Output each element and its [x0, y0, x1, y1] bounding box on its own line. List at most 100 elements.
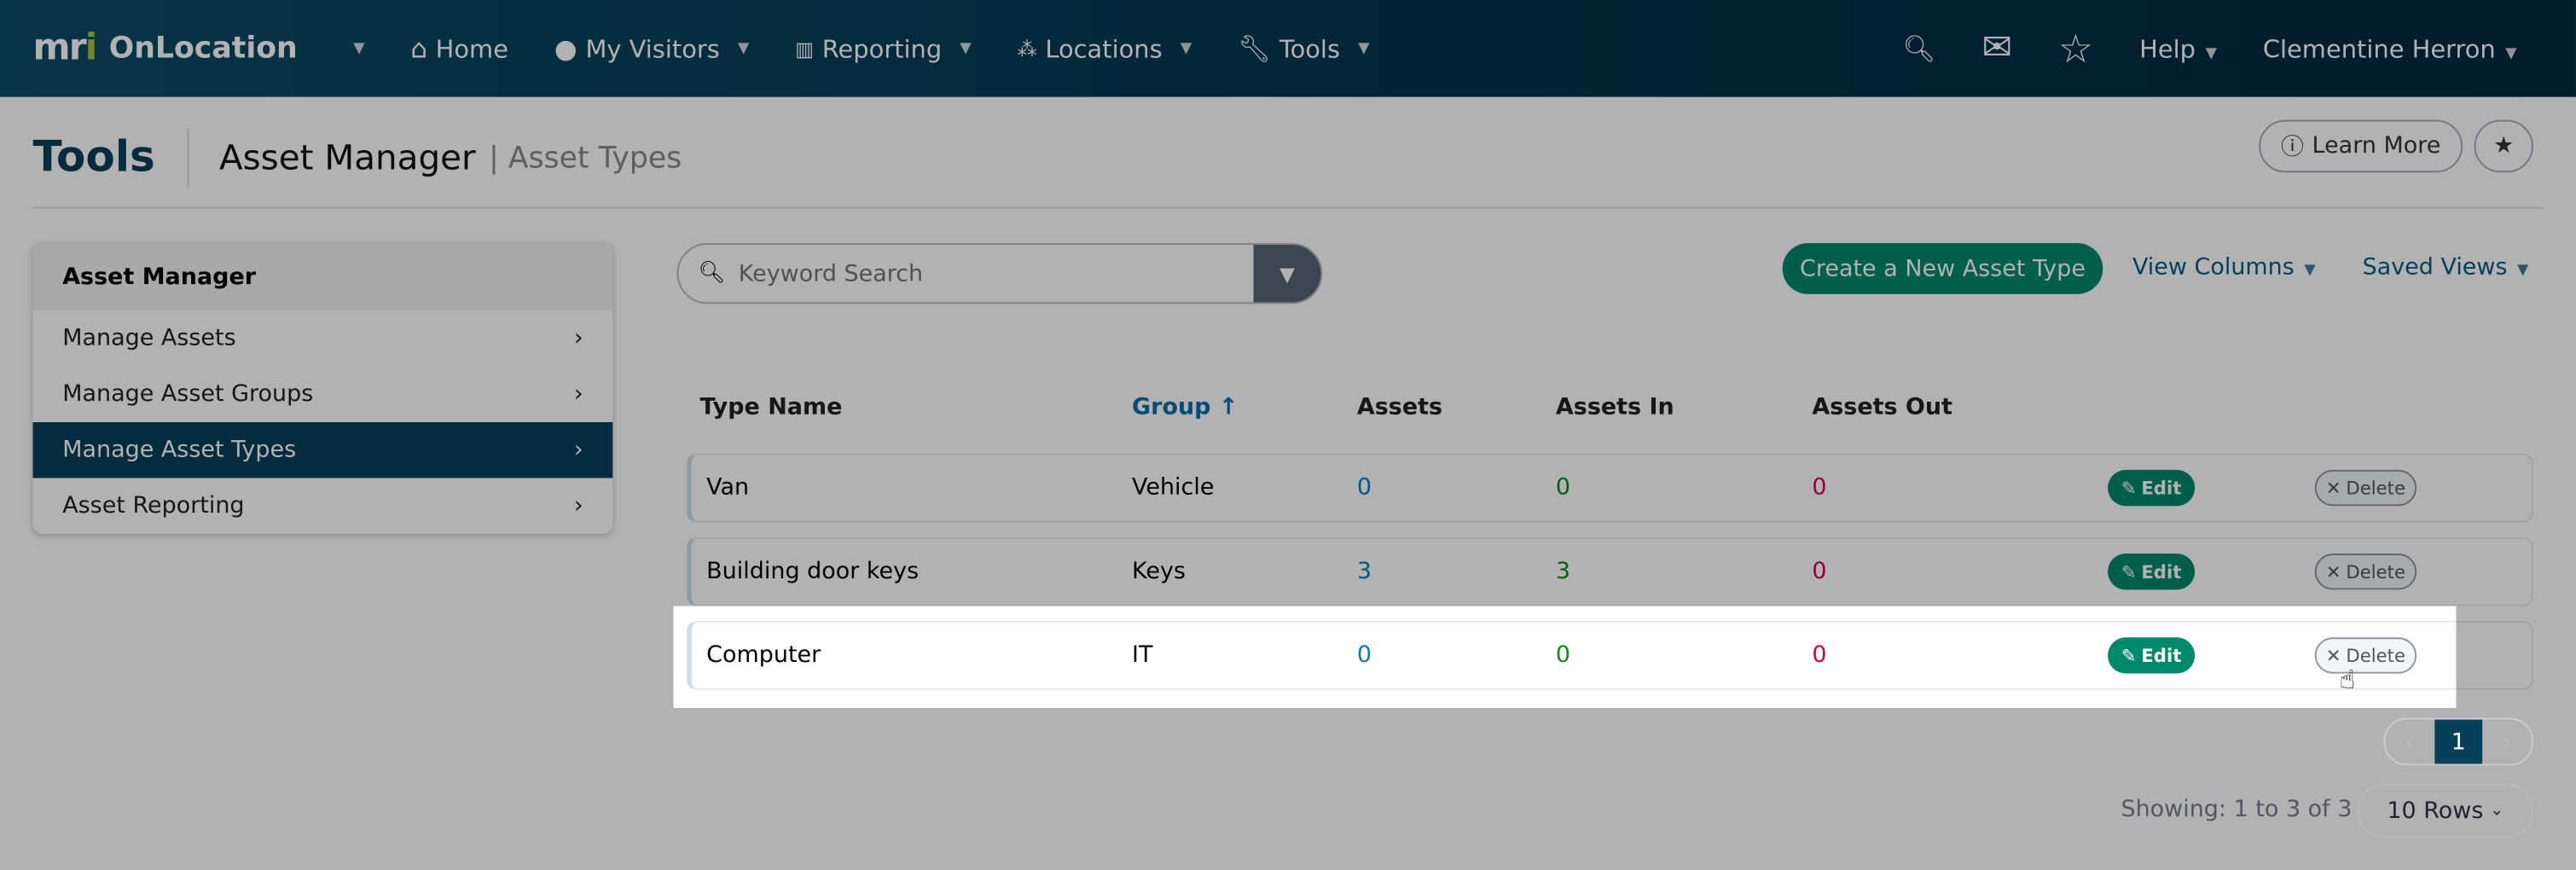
sidebar-item-label: Manage Assets [62, 325, 236, 352]
create-asset-type-button[interactable]: Create a New Asset Type [1782, 243, 2103, 294]
edit-button[interactable]: ✎ Edit [2108, 637, 2196, 674]
page-header: Tools Asset Manager | Asset Types [33, 128, 682, 188]
favorite-button[interactable]: ★ [2474, 119, 2533, 173]
sidebar-item-label: Manage Asset Groups [62, 380, 314, 408]
edit-icon: ✎ [2121, 644, 2137, 666]
chevron-down-icon: ▼ [738, 40, 750, 57]
nav-label: My Visitors [585, 33, 720, 64]
sidebar-item-label: Manage Asset Types [62, 437, 297, 464]
chevron-right-icon: › [573, 380, 583, 408]
page-1-button[interactable]: 1 [2434, 719, 2483, 764]
column-header-assets[interactable]: Assets [1357, 394, 1442, 420]
divider [32, 206, 2544, 209]
type-name: Computer [706, 642, 821, 669]
nav-home[interactable]: ⌂ Home [410, 33, 508, 65]
chevron-down-icon: ▼ [1358, 40, 1370, 57]
sidebar-item-asset-reporting[interactable]: Asset Reporting › [33, 478, 613, 533]
rows-label: 10 Rows [2387, 798, 2484, 824]
assets-out-count[interactable]: 0 [1812, 475, 1826, 502]
next-page-button[interactable]: › [2482, 720, 2532, 764]
logo[interactable]: mri OnLocation ▼ [33, 28, 365, 69]
user-name: Clementine Herron [2262, 33, 2496, 64]
hand-cursor-icon: ☝ [2339, 664, 2356, 695]
help-label: Help [2139, 33, 2196, 64]
sidebar-item-label: Asset Reporting [62, 492, 245, 519]
search-icon: 🔍︎ [698, 261, 726, 287]
search-icon[interactable]: 🔍︎ [1902, 33, 1935, 65]
close-icon: ✕ [2325, 560, 2341, 583]
assets-count[interactable]: 0 [1357, 642, 1372, 669]
learn-more-button[interactable]: ⓘ Learn More [2259, 119, 2463, 173]
close-icon: ✕ [2325, 477, 2341, 499]
saved-views-dropdown[interactable]: Saved Views ▼ [2363, 255, 2529, 281]
star-icon: ★ [2493, 133, 2515, 160]
sidebar-item-manage-asset-groups[interactable]: Manage Asset Groups › [33, 366, 613, 421]
section-title: Asset Manager [218, 137, 476, 178]
showing-count: Showing: 1 to 3 of 3 [2121, 797, 2353, 823]
filter-icon: ▼ [1279, 262, 1295, 286]
app-menu-caret[interactable]: ▼ [353, 40, 364, 56]
filter-button[interactable]: ▼ [1253, 244, 1321, 303]
column-header-group[interactable]: Group ↑ [1132, 394, 1238, 420]
delete-button[interactable]: ✕ Delete [2314, 469, 2417, 507]
table-row: Van Vehicle 0 0 0 ✎ Edit ✕ Delete [687, 453, 2533, 523]
edit-label: Edit [2141, 644, 2182, 666]
nav-my-visitors[interactable]: ● My Visitors ▼ [554, 33, 749, 65]
chevron-right-icon: › [573, 437, 583, 464]
edit-icon: ✎ [2121, 477, 2137, 499]
assets-count[interactable]: 3 [1357, 559, 1372, 585]
chevron-down-icon: ▼ [2205, 44, 2217, 62]
home-icon: ⌂ [410, 32, 428, 65]
edit-button[interactable]: ✎ Edit [2108, 554, 2196, 590]
nav-tools[interactable]: 🔧︎ Tools ▼ [1238, 33, 1369, 65]
page-title: Tools [33, 128, 190, 188]
column-header-assets-out[interactable]: Assets Out [1812, 394, 1952, 420]
type-name: Van [706, 474, 750, 502]
assets-out-count[interactable]: 0 [1812, 642, 1826, 669]
group: IT [1132, 642, 1153, 669]
help-menu[interactable]: Help ▼ [2139, 33, 2217, 63]
group: Vehicle [1132, 474, 1215, 502]
rows-per-page-dropdown[interactable]: 10 Rows ⌄ [2357, 783, 2533, 838]
user-menu[interactable]: Clementine Herron ▼ [2263, 33, 2517, 63]
nav-label: Locations [1045, 33, 1163, 64]
chevron-down-icon: ▼ [2505, 44, 2517, 62]
top-navbar: mri OnLocation ▼ ⌂ Home ● My Visitors ▼ ▥ Repo… [0, 0, 2576, 97]
chevron-down-icon: ⌄ [2490, 801, 2504, 821]
bar-chart-icon: ▥ [795, 37, 815, 61]
type-name: Building door keys [706, 558, 920, 585]
keyword-search-input[interactable] [725, 260, 1254, 287]
sidebar-title: Asset Manager [32, 243, 613, 311]
assets-in-count[interactable]: 3 [1556, 559, 1570, 585]
mail-icon[interactable]: ✉ [1981, 28, 2012, 69]
assets-count[interactable]: 0 [1357, 475, 1372, 502]
pagination: ‹ 1 › [2383, 717, 2533, 766]
prev-page-button[interactable]: ‹ [2386, 720, 2435, 764]
nav-reporting[interactable]: ▥ Reporting ▼ [795, 33, 971, 63]
edit-label: Edit [2141, 477, 2182, 499]
column-header-type-name[interactable]: Type Name [699, 394, 842, 420]
view-columns-label: View Columns [2132, 254, 2295, 281]
table-row: Building door keys Keys 3 3 0 ✎ Edit ✕ Del… [687, 536, 2533, 606]
delete-button[interactable]: ✕ Delete [2314, 637, 2417, 674]
chevron-right-icon: › [573, 325, 583, 352]
column-header-assets-in[interactable]: Assets In [1556, 394, 1674, 420]
view-columns-dropdown[interactable]: View Columns ▼ [2132, 255, 2316, 281]
nav-locations[interactable]: ⁂ Locations ▼ [1018, 33, 1192, 63]
sidebar-item-manage-asset-types[interactable]: Manage Asset Types › [32, 421, 613, 478]
saved-views-label: Saved Views [2362, 254, 2508, 281]
search-box: 🔍︎ ▼ [676, 243, 1323, 304]
assets-in-count[interactable]: 0 [1556, 475, 1570, 502]
edit-button[interactable]: ✎ Edit [2108, 469, 2196, 507]
nav-label: Reporting [821, 33, 943, 64]
delete-label: Delete [2346, 477, 2406, 499]
assets-in-count[interactable]: 0 [1556, 642, 1570, 669]
sidebar-item-manage-assets[interactable]: Manage Assets › [33, 310, 613, 366]
delete-label: Delete [2346, 560, 2406, 583]
star-icon[interactable]: ☆ [2058, 26, 2093, 72]
chevron-down-icon: ▼ [2517, 263, 2529, 280]
user-icon: ● [554, 32, 577, 65]
assets-out-count[interactable]: 0 [1812, 559, 1826, 585]
learn-more-label: Learn More [2312, 133, 2441, 160]
delete-button[interactable]: ✕ Delete [2314, 554, 2417, 590]
